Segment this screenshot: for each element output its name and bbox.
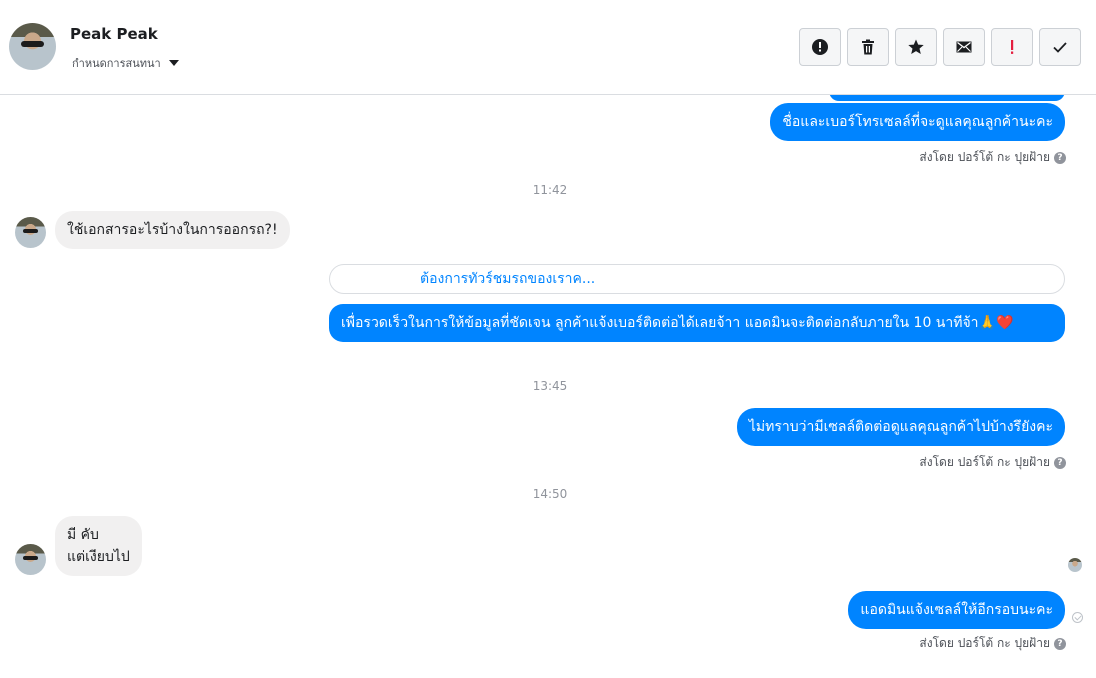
- sent-by-label: ส่งโดย ปอร์โต้ กะ ปุยฝ้าย ?: [919, 453, 1066, 472]
- message-text: ชื่อและเบอร์โทรเซลล์ที่จะดูแลคุณลูกค้านะ…: [782, 114, 1053, 130]
- sent-check-icon: [1072, 612, 1083, 623]
- outgoing-message[interactable]: ไม่ทราบว่ามีเซลล์ติดต่อดูแลคุณลูกค้าไปบ้…: [736, 408, 1065, 446]
- timestamp: 11:42: [532, 183, 568, 197]
- header-actions: [799, 28, 1081, 66]
- contact-avatar-small: [15, 217, 46, 248]
- quick-reply-option[interactable]: ต้องการทัวร์ชมรถของเราค...: [329, 264, 1065, 294]
- message-text: ใช้เอกสารอะไรบ้างในการออกรถ?!: [67, 222, 278, 238]
- incoming-message[interactable]: ใช้เอกสารอะไรบ้างในการออกรถ?!: [55, 211, 290, 249]
- help-icon[interactable]: ?: [1054, 637, 1066, 650]
- sent-by-label: ส่งโดย ปอร์โต้ กะ ปุยฝ้าย ?: [919, 148, 1066, 167]
- message-text: แอดมินแจ้งเซลล์ให้อีกรอบนะคะ: [860, 602, 1053, 618]
- report-spam-button[interactable]: [799, 28, 841, 66]
- message-text: ไม่ทราบว่ามีเซลล์ติดต่อดูแลคุณลูกค้าไปบ้…: [748, 419, 1053, 435]
- outgoing-message[interactable]: แอดมินแจ้งเซลล์ให้อีกรอบนะคะ: [848, 591, 1065, 629]
- message-text-line: มี คับ: [67, 527, 99, 543]
- star-icon: [908, 39, 924, 54]
- mark-unread-button[interactable]: [943, 28, 985, 66]
- sent-by-label: ส่งโดย ปอร์โต้ กะ ปุยฝ้าย ?: [919, 634, 1066, 653]
- exclamation-icon: [1011, 40, 1014, 54]
- mark-important-button[interactable]: [991, 28, 1033, 66]
- sent-by-text: ส่งโดย ปอร์โต้ กะ ปุยฝ้าย: [919, 636, 1050, 650]
- outgoing-message[interactable]: ชื่อและเบอร์โทรเซลล์ที่จะดูแลคุณลูกค้านะ…: [770, 103, 1065, 141]
- contact-avatar[interactable]: [9, 23, 56, 70]
- conversation-header: Peak Peak กำหนดการสนทนา: [0, 0, 1096, 95]
- incoming-message[interactable]: มี คับ แต่เงียบไป: [55, 516, 142, 576]
- message-bubble-partial: [829, 95, 1065, 101]
- delete-button[interactable]: [847, 28, 889, 66]
- contact-avatar-small: [15, 544, 46, 575]
- help-icon[interactable]: ?: [1054, 456, 1066, 469]
- assign-conversation-label: กำหนดการสนทนา: [72, 57, 161, 70]
- mark-done-button[interactable]: [1039, 28, 1081, 66]
- seen-by-avatar: [1068, 558, 1082, 572]
- star-button[interactable]: [895, 28, 937, 66]
- trash-icon: [862, 39, 874, 55]
- assign-conversation-dropdown[interactable]: กำหนดการสนทนา: [72, 54, 179, 72]
- check-icon: [1053, 42, 1067, 53]
- quick-reply-text: ต้องการทัวร์ชมรถของเราค...: [420, 271, 596, 287]
- sent-by-text: ส่งโดย ปอร์โต้ กะ ปุยฝ้าย: [919, 455, 1050, 469]
- timestamp: 13:45: [532, 379, 568, 393]
- timestamp: 14:50: [532, 487, 568, 501]
- message-thread[interactable]: ชื่อและเบอร์โทรเซลล์ที่จะดูแลคุณลูกค้านะ…: [0, 95, 1096, 678]
- message-text-line: แต่เงียบไป: [67, 549, 130, 565]
- chevron-down-icon: [168, 60, 179, 66]
- outgoing-message[interactable]: เพื่อรวดเร็วในการให้ข้อมูลที่ชัดเจน ลูกค…: [329, 304, 1065, 342]
- message-text: เพื่อรวดเร็วในการให้ข้อมูลที่ชัดเจน ลูกค…: [341, 315, 1014, 331]
- help-icon[interactable]: ?: [1054, 151, 1066, 164]
- contact-name[interactable]: Peak Peak: [70, 25, 158, 43]
- alert-circle-icon: [812, 39, 828, 55]
- envelope-icon: [956, 41, 972, 53]
- sent-by-text: ส่งโดย ปอร์โต้ กะ ปุยฝ้าย: [919, 150, 1050, 164]
